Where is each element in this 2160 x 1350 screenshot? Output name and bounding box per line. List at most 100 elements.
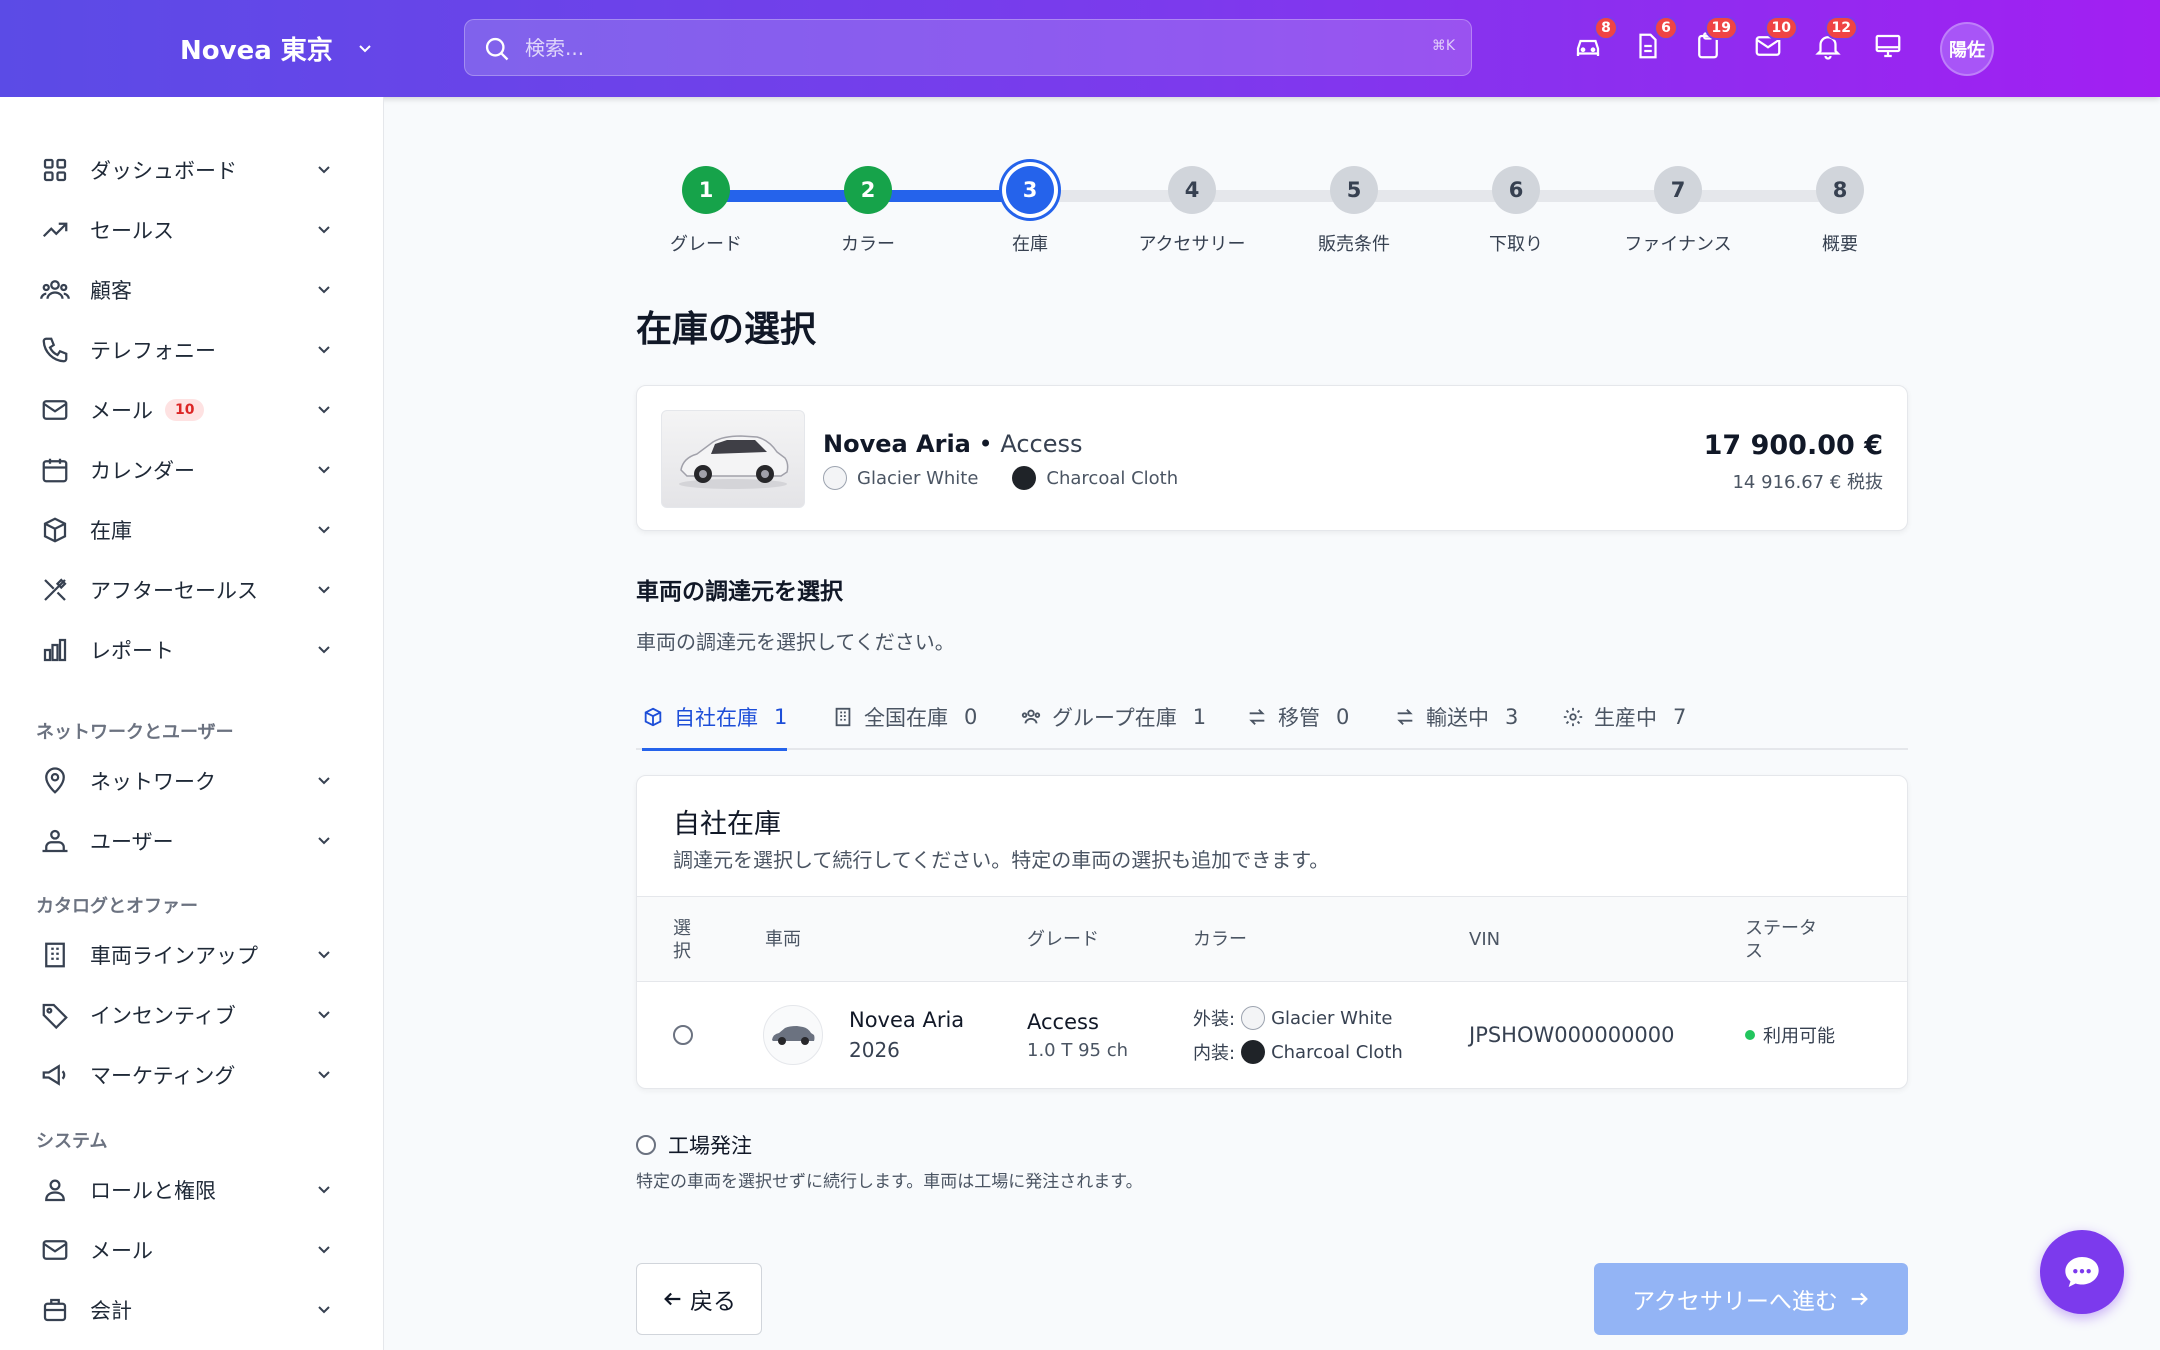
clipboard-icon[interactable]: 19 [1692, 16, 1738, 64]
mail-count-badge: 10 [165, 399, 205, 421]
col-grade: グレード [1027, 929, 1099, 951]
mail-icon [42, 1240, 68, 1260]
transfer-icon [1397, 709, 1413, 725]
step-sales-terms[interactable]: 5 販売条件 [1318, 166, 1390, 255]
chevron-down-icon [318, 1186, 330, 1194]
chevron-down-icon [318, 646, 330, 654]
back-button[interactable]: 戻る [636, 1263, 762, 1335]
bell-icon[interactable]: 12 [1812, 16, 1858, 64]
sidebar-item-mail[interactable]: メール 10 [40, 388, 350, 432]
page-title: 在庫の選択 [636, 309, 817, 350]
sidebar-item-lineup[interactable]: 車両ラインアップ [40, 933, 350, 977]
top-bar: Novea 東京 ⌘K 8 6 19 10 12 陽佐 [0, 0, 2160, 97]
chevron-down-icon [318, 951, 330, 959]
sidebar-item-label: 会計 [90, 1299, 132, 1323]
car-price: 17 900.00 € [1703, 430, 1883, 461]
step-color[interactable]: 2 カラー [838, 166, 898, 255]
selected-car-card: Novea Aria • Access Glacier White Charco… [636, 385, 1908, 531]
sidebar-item-calendar[interactable]: カレンダー [40, 448, 350, 492]
brand-switcher[interactable]: Novea 東京 [180, 30, 375, 67]
step-inventory[interactable]: 3 在庫 [1000, 166, 1060, 255]
sidebar-item-network[interactable]: ネットワーク [40, 759, 350, 803]
step-number: 5 [1330, 166, 1378, 214]
status-dot [1745, 1030, 1755, 1040]
chevron-down-icon [318, 406, 330, 414]
sidebar-item-system-mail[interactable]: メール [40, 1228, 350, 1272]
chat-button[interactable] [2040, 1230, 2124, 1314]
search-bar[interactable]: ⌘K [464, 19, 1472, 76]
vehicle-thumbnail [763, 1005, 823, 1065]
sidebar-item-users[interactable]: ユーザー [40, 819, 350, 863]
chevron-down-icon [318, 286, 330, 294]
user-icon [45, 1179, 65, 1202]
title-separator: • [978, 430, 993, 458]
sidebar-item-label: ネットワーク [90, 770, 216, 794]
vehicle-select-radio[interactable] [673, 1025, 693, 1045]
sidebar-item-accounting[interactable]: 会計 [40, 1288, 350, 1332]
col-vehicle: 車両 [765, 929, 801, 951]
step-label: ファイナンス [1624, 234, 1732, 255]
step-accessories[interactable]: 4 アクセサリー [1138, 166, 1246, 255]
sidebar-item-label: 車両ラインアップ [90, 944, 258, 968]
step-grade[interactable]: 1 グレード [670, 166, 742, 255]
tab-in-production[interactable]: 生産中 7 [1562, 686, 1686, 748]
step-label: 販売条件 [1318, 234, 1390, 255]
col-color: カラー [1193, 929, 1247, 951]
sidebar-item-aftersales[interactable]: アフターセールス [40, 568, 350, 612]
car-icon[interactable]: 8 [1572, 16, 1618, 64]
sidebar-item-telephony[interactable]: テレフォニー [40, 328, 350, 372]
sidebar: ダッシュボード セールス 顧客 テレフォニー メール 10 カレンダー 在庫 ア… [0, 97, 384, 1350]
step-label: グレード [670, 234, 742, 255]
avatar[interactable]: 陽佐 [1940, 22, 1994, 76]
tab-national-stock[interactable]: 全国在庫 0 [832, 686, 977, 748]
chevron-down-icon [359, 44, 371, 52]
sidebar-item-sales[interactable]: セールス [40, 208, 350, 252]
factory-order-radio[interactable] [636, 1135, 656, 1155]
chat-icon [2065, 1257, 2099, 1287]
exterior-label: 外装: [1193, 1009, 1236, 1030]
sidebar-item-reports[interactable]: レポート [40, 628, 350, 672]
step-number: 1 [682, 166, 730, 214]
step-number: 8 [1816, 166, 1864, 214]
search-icon [485, 37, 509, 61]
tab-in-transit[interactable]: 輸送中 3 [1394, 686, 1518, 748]
next-button[interactable]: アクセサリーへ進む [1594, 1263, 1908, 1335]
chevron-down-icon [318, 1011, 330, 1019]
interior-color-swatch [1241, 1040, 1266, 1064]
sidebar-item-marketing[interactable]: マーケティング [40, 1053, 350, 1097]
table-row[interactable]: Novea Aria 2026 Access 1.0 T 95 ch 外装: G… [637, 982, 1907, 1088]
source-tabs: 自社在庫 1 全国在庫 0 グループ在庫 1 移管 0 輸送中 3 生産中 7 [636, 686, 1908, 751]
car-icon [679, 435, 789, 489]
sidebar-item-dashboard[interactable]: ダッシュボード [40, 148, 350, 192]
interior-color-swatch [1012, 466, 1037, 490]
step-summary[interactable]: 8 概要 [1810, 166, 1870, 255]
gear-icon [1563, 707, 1583, 727]
monitor-icon[interactable] [1872, 28, 1904, 64]
step-trade-in[interactable]: 6 下取り [1486, 166, 1546, 255]
chevron-down-icon [318, 1306, 330, 1314]
sidebar-item-label: メール [90, 399, 153, 423]
vehicle-grade: Access [1027, 1009, 1099, 1034]
factory-order-description: 特定の車両を選択せずに続行します。車両は工場に発注されます。 [636, 1172, 1143, 1192]
progress-stepper: 1 グレード 2 カラー 3 在庫 4 アクセサリー 5 販売条件 6 下取り … [636, 160, 1906, 255]
step-finance[interactable]: 7 ファイナンス [1624, 166, 1732, 255]
bar-chart-icon [43, 638, 67, 662]
tab-transfer[interactable]: 移管 0 [1246, 686, 1349, 748]
chevron-down-icon [318, 526, 330, 534]
inventory-title: 自社在庫 [673, 809, 781, 840]
document-icon[interactable]: 6 [1632, 16, 1678, 64]
sidebar-item-label: ダッシュボード [90, 159, 237, 183]
interior-color-name: Charcoal Cloth [1046, 467, 1179, 489]
sidebar-item-incentives[interactable]: インセンティブ [40, 993, 350, 1037]
notification-badge: 12 [1824, 16, 1858, 40]
sidebar-item-roles[interactable]: ロールと権限 [40, 1168, 350, 1212]
exterior-color-swatch [823, 466, 847, 490]
tab-group-stock[interactable]: グループ在庫 1 [1020, 686, 1206, 748]
tab-own-stock[interactable]: 自社在庫 1 [642, 686, 788, 751]
sidebar-item-inventory[interactable]: 在庫 [40, 508, 350, 552]
mail-icon[interactable]: 10 [1752, 16, 1798, 64]
factory-order-option[interactable]: 工場発注 [636, 1130, 752, 1160]
sidebar-item-customers[interactable]: 顧客 [40, 268, 350, 312]
search-input[interactable] [525, 20, 1385, 75]
step-number: 2 [844, 166, 892, 214]
